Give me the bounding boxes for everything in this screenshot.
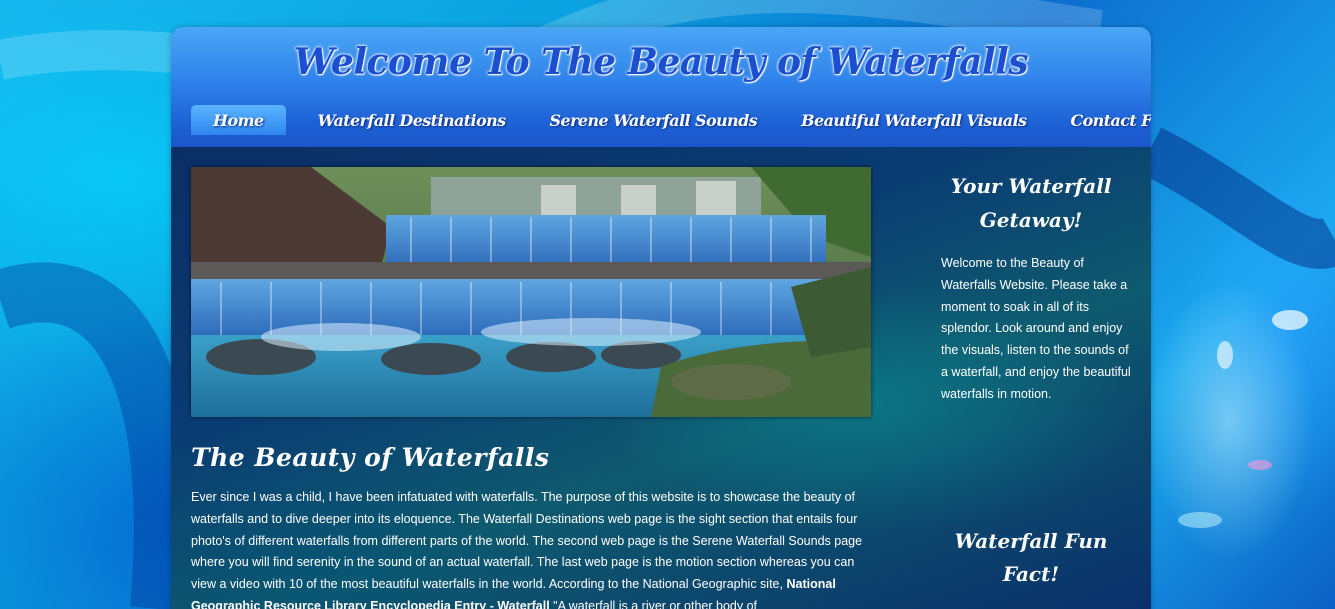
nav-item-waterfall-destinations[interactable]: Waterfall Destinations bbox=[296, 105, 528, 135]
nav-item-contact-form[interactable]: Contact Form bbox=[1048, 105, 1151, 135]
site-title: Welcome To The Beauty of Waterfalls bbox=[293, 41, 1029, 83]
nav-item-home[interactable]: Home bbox=[191, 105, 286, 135]
main-nav: Home Waterfall Destinations Serene Water… bbox=[191, 105, 1151, 135]
sidebar-heading: Your Waterfall Getaway! bbox=[950, 174, 1112, 232]
hero-waterfall-image bbox=[191, 167, 871, 417]
sidebar: Your Waterfall Getaway! Welcome to the B… bbox=[931, 169, 1131, 406]
nav-item-beautiful-waterfall-visuals[interactable]: Beautiful Waterfall Visuals bbox=[779, 105, 1048, 135]
main-heading: The Beauty of Waterfalls bbox=[191, 443, 550, 472]
main-content: The Beauty of Waterfalls Ever since I wa… bbox=[171, 147, 1151, 609]
page-container: Welcome To The Beauty of Waterfalls Home… bbox=[171, 27, 1151, 609]
site-header: Welcome To The Beauty of Waterfalls Home… bbox=[171, 27, 1151, 147]
nav-item-serene-waterfall-sounds[interactable]: Serene Waterfall Sounds bbox=[528, 105, 780, 135]
intro-paragraph: Ever since I was a child, I have been in… bbox=[191, 487, 881, 609]
sidebar-welcome-text: Welcome to the Beauty of Waterfalls Webs… bbox=[941, 256, 1131, 401]
quote-text: "A waterfall is a river or other body of bbox=[553, 598, 757, 609]
fun-fact-heading: Waterfall Fun Fact! bbox=[954, 529, 1108, 586]
intro-text: Ever since I was a child, I have been in… bbox=[191, 490, 863, 592]
